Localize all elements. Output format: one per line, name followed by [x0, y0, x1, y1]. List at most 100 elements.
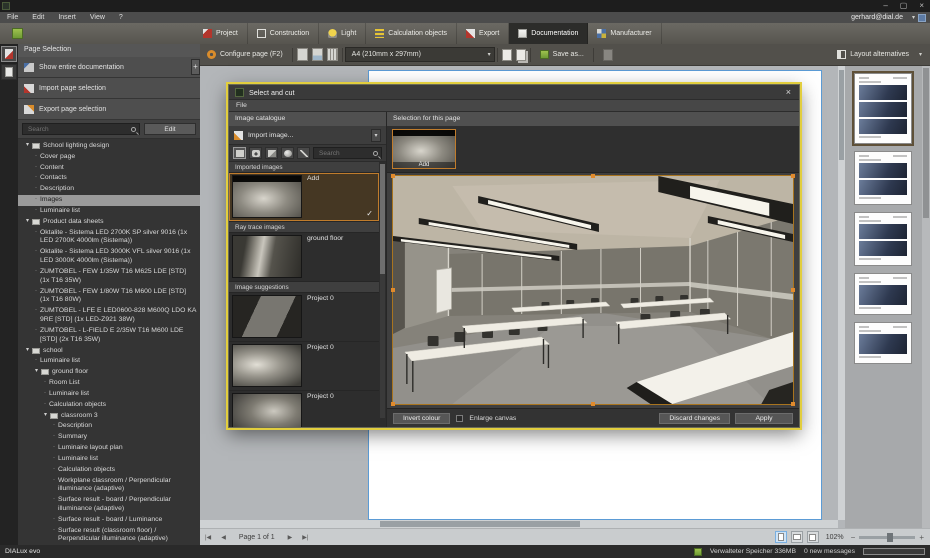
- layout-page-thumbnail-2[interactable]: [854, 151, 912, 205]
- minimize-button[interactable]: –: [883, 1, 887, 11]
- tree-item-luminaire-list[interactable]: ·Luminaire list: [18, 389, 200, 400]
- tab-calculation-objects[interactable]: Calculation objects: [366, 23, 457, 44]
- tree-item-surface-result-board-luminance[interactable]: ·Surface result - board / Luminance: [18, 515, 200, 526]
- catalogue-search-input[interactable]: [317, 149, 373, 158]
- layout-page-thumbnail-3[interactable]: [854, 212, 912, 266]
- edit-button[interactable]: Edit: [144, 123, 196, 135]
- tree-item-workplane-classroom-perpendicular-illuminance-adaptive[interactable]: ·Workplane classroom / Perpendicular ill…: [18, 476, 200, 496]
- maximize-button[interactable]: ▢: [900, 1, 908, 11]
- tree-item-contacts[interactable]: ·Contacts: [18, 173, 200, 184]
- view-single-page-button[interactable]: [297, 48, 308, 61]
- tree-item-zumtobel-lfe-e-led0600-828-m600q-ldo-ka-9re-std-1x-led-z921-38w[interactable]: ·ZUMTOBEL - LFE E LED0600-828 M600Q LDO …: [18, 306, 200, 326]
- catalogue-item-add[interactable]: Add✓: [229, 173, 379, 222]
- selected-image-thumbnail[interactable]: Add: [392, 129, 456, 169]
- tree-item-room-list[interactable]: ·Room List: [18, 378, 200, 389]
- crop-handle[interactable]: [791, 288, 795, 292]
- menu-insert[interactable]: Insert: [51, 14, 83, 21]
- crop-handle[interactable]: [591, 402, 595, 406]
- tab-export[interactable]: Export: [457, 23, 509, 44]
- tree-item-luminaire-layout-plan[interactable]: ·Luminaire layout plan: [18, 443, 200, 454]
- crop-handle[interactable]: [591, 174, 595, 178]
- tree-item-calculation-objects[interactable]: ·Calculation objects: [18, 465, 200, 476]
- last-page-button[interactable]: ▶|: [297, 534, 313, 541]
- show-entire-documentation-button[interactable]: Show entire documentation+: [18, 57, 200, 78]
- expand-panel-button[interactable]: +: [191, 59, 200, 75]
- catalogue-scrollbar[interactable]: [380, 164, 385, 418]
- apply-button[interactable]: Apply: [735, 413, 793, 424]
- view-grid-button[interactable]: [327, 48, 338, 61]
- tab-documentation[interactable]: Documentation: [509, 23, 588, 44]
- paper-size-dropdown[interactable]: A4 (210mm x 297mm) ▾: [345, 47, 495, 62]
- tree-item-oktalite-sistema-led-2700k-sp-silver-9016-1x-led-2700k-4000lm-sistema[interactable]: ·Oktalite - Sistema LED 2700K SP silver …: [18, 228, 200, 248]
- messages-status[interactable]: 0 new messages: [804, 548, 855, 555]
- tab-construction[interactable]: Construction: [248, 23, 319, 44]
- view-preview-button[interactable]: [312, 48, 323, 61]
- search-input[interactable]: [26, 125, 131, 134]
- tree-item-school[interactable]: ▾school: [18, 346, 200, 357]
- crop-handle[interactable]: [391, 402, 395, 406]
- import-image-button[interactable]: Import image... ▾: [229, 126, 386, 145]
- crop-handle[interactable]: [791, 174, 795, 178]
- horizontal-scrollbar[interactable]: [200, 520, 838, 528]
- tree-item-classroom-3[interactable]: ▾classroom 3: [18, 411, 200, 422]
- new-page-button[interactable]: [502, 49, 512, 61]
- zoom-slider[interactable]: [859, 536, 915, 539]
- rail-documentation-mode-button[interactable]: [1, 46, 17, 62]
- import-page-selection-button[interactable]: Import page selection: [18, 78, 200, 99]
- crop-handle[interactable]: [791, 402, 795, 406]
- tools-icon-button[interactable]: [297, 147, 310, 159]
- tree-item-summary[interactable]: ·Summary: [18, 432, 200, 443]
- catalogue-item-project-0[interactable]: Project 0: [229, 391, 379, 427]
- tree-item-content[interactable]: ·Content: [18, 163, 200, 174]
- actual-size-button[interactable]: [807, 531, 819, 543]
- tree-item-surface-result-classroom-floor-perpendicular-illuminance-adaptive[interactable]: ·Surface result (classroom floor) / Perp…: [18, 526, 200, 545]
- tab-project[interactable]: Project: [194, 23, 248, 44]
- enlarge-canvas-checkbox[interactable]: [456, 415, 463, 422]
- tree-item-luminaire-list[interactable]: ·Luminaire list: [18, 356, 200, 367]
- image-icon-button[interactable]: [265, 147, 278, 159]
- sphere-icon-button[interactable]: [281, 147, 294, 159]
- zoom-out-button[interactable]: −: [851, 533, 856, 542]
- catalogue-item-project-0[interactable]: Project 0: [229, 342, 379, 391]
- tree-item-product-data-sheets[interactable]: ▾Product data sheets: [18, 217, 200, 228]
- user-account[interactable]: gerhard@dial.de ▾: [851, 14, 930, 22]
- export-page-selection-button[interactable]: Export page selection: [18, 99, 200, 120]
- tree-item-luminaire-list[interactable]: ·Luminaire list: [18, 206, 200, 217]
- menu-view[interactable]: View: [83, 14, 112, 21]
- rail-table-mode-button[interactable]: [1, 64, 17, 80]
- invert-colour-button[interactable]: Invert colour: [393, 413, 450, 424]
- zoom-in-button[interactable]: +: [919, 533, 924, 542]
- save-button[interactable]: [0, 23, 34, 44]
- catalogue-item-ground-floor[interactable]: ground floor: [229, 233, 379, 282]
- fit-page-button[interactable]: [775, 531, 787, 543]
- previous-page-button[interactable]: ◀: [216, 534, 231, 541]
- tree-item-description[interactable]: ·Description: [18, 421, 200, 432]
- dialog-close-button[interactable]: ×: [784, 86, 793, 98]
- crop-handle[interactable]: [391, 288, 395, 292]
- close-button[interactable]: ×: [919, 1, 924, 11]
- camera-icon-button[interactable]: [249, 147, 262, 159]
- vertical-scrollbar[interactable]: [838, 66, 845, 520]
- fit-width-button[interactable]: [791, 531, 803, 543]
- tree-item-luminaire-list[interactable]: ·Luminaire list: [18, 454, 200, 465]
- tree-item-zumtobel-few-1-35w-t16-m625-lde-std-1x-t16-35w[interactable]: ·ZUMTOBEL - FEW 1/35W T16 M625 LDE [STD]…: [18, 267, 200, 287]
- menu-help[interactable]: ?: [112, 14, 130, 21]
- dialog-menu-file[interactable]: File: [229, 102, 254, 109]
- tree-item-images[interactable]: ·Images: [18, 195, 200, 206]
- tree-item-oktalite-sistema-led-3000k-vfl-silver-9016-1x-led-3000k-4000lm-sistema[interactable]: ·Oktalite - Sistema LED 3000K VFL silver…: [18, 247, 200, 267]
- chevron-down-icon[interactable]: ▾: [371, 129, 381, 142]
- layout-alternatives-button[interactable]: Layout alternatives ▾: [829, 44, 930, 65]
- tree-item-description[interactable]: ·Description: [18, 184, 200, 195]
- configure-page-button[interactable]: Configure page (F2): [200, 44, 290, 65]
- next-page-button[interactable]: ▶: [283, 534, 298, 541]
- folder-icon-button[interactable]: [233, 147, 246, 159]
- crop-selection-frame[interactable]: [392, 175, 794, 405]
- tree-item-school-lighting-design[interactable]: ▾School lighting design: [18, 141, 200, 152]
- layout-page-thumbnail-4[interactable]: [854, 273, 912, 315]
- discard-changes-button[interactable]: Discard changes: [659, 413, 730, 424]
- crop-handle[interactable]: [391, 174, 395, 178]
- tree-item-zumtobel-few-1-80w-t16-m600-lde-std-1x-t16-80w[interactable]: ·ZUMTOBEL - FEW 1/80W T16 M600 LDE [STD]…: [18, 287, 200, 307]
- catalogue-item-project-0[interactable]: Project 0: [229, 293, 379, 342]
- panel-scrollbar[interactable]: [922, 66, 930, 528]
- tree-item-cover-page[interactable]: ·Cover page: [18, 152, 200, 163]
